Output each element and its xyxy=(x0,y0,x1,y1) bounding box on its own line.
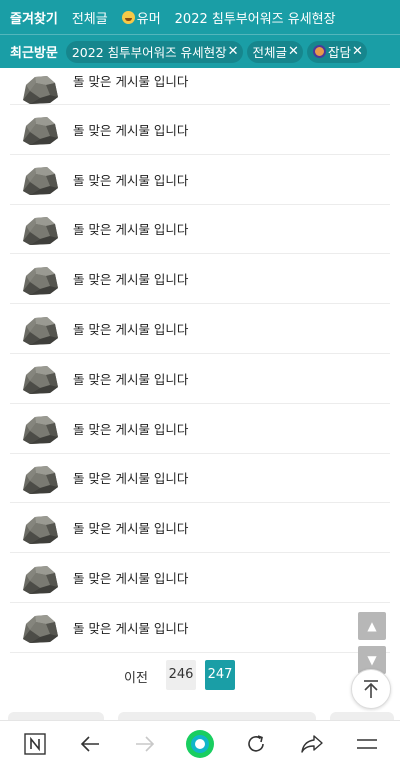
rock-image-icon xyxy=(23,167,58,196)
post-list-item[interactable]: 돌 맞은 게시물 입니다 xyxy=(10,254,390,305)
recent-chip-all[interactable]: 전체글 ✕ xyxy=(246,40,303,63)
favorite-item-awards[interactable]: 2022 침투부어워즈 유세현장 xyxy=(175,8,336,27)
rock-image-icon xyxy=(23,76,58,104)
page-247-current[interactable]: 247 xyxy=(205,660,235,690)
post-list: 돌 맞은 게시물 입니다 돌 맞은 게시물 입니다 돌 맞은 게시물 입니다 돌 맞은… xyxy=(10,68,390,653)
post-list-item[interactable]: 돌 맞은 게시물 입니다 xyxy=(10,155,390,205)
bottom-nav xyxy=(0,720,400,766)
rock-image-icon xyxy=(23,416,58,445)
rock-image-icon xyxy=(23,565,58,594)
refresh-button[interactable] xyxy=(241,729,271,759)
post-title[interactable]: 돌 맞은 게시물 입니다 xyxy=(73,319,188,338)
header-bar: 즐겨찾기 전체글 유머 2022 침투부어워즈 유세현장 최근방문 2022 침… xyxy=(0,0,400,68)
favorites-row: 즐겨찾기 전체글 유머 2022 침투부어워즈 유세현장 xyxy=(0,0,400,35)
post-list-item[interactable]: 돌 맞은 게시물 입니다 xyxy=(10,404,390,454)
post-title[interactable]: 돌 맞은 게시물 입니다 xyxy=(73,269,188,288)
post-title[interactable]: 돌 맞은 게시물 입니다 xyxy=(73,219,188,238)
naver-home-button[interactable] xyxy=(20,729,50,759)
scroll-to-top-button[interactable] xyxy=(351,669,391,709)
post-list-item[interactable]: 돌 맞은 게시물 입니다 xyxy=(10,354,390,404)
rock-image-icon xyxy=(23,117,58,146)
rock-image-icon xyxy=(23,465,58,494)
rock-image-icon xyxy=(23,515,58,544)
scroll-up-button[interactable]: ▲ xyxy=(358,612,386,640)
rock-image-icon xyxy=(23,366,58,395)
post-title[interactable]: 돌 맞은 게시물 입니다 xyxy=(73,618,188,637)
rock-image-icon xyxy=(23,216,58,245)
post-list-item[interactable]: 돌 맞은 게시물 입니다 xyxy=(10,503,390,554)
share-button[interactable] xyxy=(297,729,327,759)
post-title[interactable]: 돌 맞은 게시물 입니다 xyxy=(73,568,188,587)
recent-chip-awards[interactable]: 2022 침투부어워즈 유세현장 ✕ xyxy=(65,40,243,63)
recent-row: 최근방문 2022 침투부어워즈 유세현장 ✕ 전체글 ✕ 잡담 ✕ xyxy=(0,35,400,68)
back-button[interactable] xyxy=(75,729,105,759)
post-list-item[interactable]: 돌 맞은 게시물 입니다 xyxy=(10,553,390,603)
green-dot-icon xyxy=(186,730,214,758)
post-title[interactable]: 돌 맞은 게시물 입니다 xyxy=(73,170,188,189)
rock-image-icon xyxy=(23,615,58,644)
post-list-item[interactable]: 돌 맞은 게시물 입니다 xyxy=(10,454,390,504)
recent-chip-chat[interactable]: 잡담 ✕ xyxy=(306,40,367,63)
rock-image-icon xyxy=(23,266,58,295)
prev-page-link[interactable]: 이전 xyxy=(124,667,148,686)
forward-arrow-icon xyxy=(136,736,155,752)
post-list-item[interactable]: 돌 맞은 게시물 입니다 xyxy=(10,304,390,354)
recent-label: 최근방문 xyxy=(10,46,58,61)
arrow-to-top-icon xyxy=(364,680,378,698)
page-246-button[interactable]: 246 xyxy=(166,660,196,690)
refresh-icon xyxy=(248,735,264,752)
post-title[interactable]: 돌 맞은 게시물 입니다 xyxy=(73,518,188,537)
close-icon[interactable]: ✕ xyxy=(352,44,363,59)
naver-n-icon xyxy=(24,733,46,755)
grinning-face-emoji-icon xyxy=(121,11,135,24)
post-title[interactable]: 돌 맞은 게시물 입니다 xyxy=(73,468,188,487)
post-title[interactable]: 돌 맞은 게시물 입니다 xyxy=(73,369,188,388)
post-title[interactable]: 돌 맞은 게시물 입니다 xyxy=(73,120,188,139)
pagination: 이전 246 247 xyxy=(0,660,400,690)
post-title[interactable]: 돌 맞은 게시물 입니다 xyxy=(73,419,188,438)
forward-button[interactable] xyxy=(130,729,160,759)
post-list-item[interactable]: 돌 맞은 게시물 입니다 xyxy=(10,105,390,155)
caret-down-icon: ▼ xyxy=(367,653,377,667)
favorites-label: 즐겨찾기 xyxy=(10,12,58,27)
share-icon xyxy=(301,735,323,753)
menu-button[interactable] xyxy=(352,729,382,759)
post-list-item[interactable]: 돌 맞은 게시물 입니다 xyxy=(10,603,390,653)
caret-up-icon: ▲ xyxy=(367,619,377,633)
post-title[interactable]: 돌 맞은 게시물 입니다 xyxy=(73,71,188,90)
menu-icon xyxy=(357,739,377,749)
rock-image-icon xyxy=(23,316,58,345)
back-arrow-icon xyxy=(80,736,99,752)
close-icon[interactable]: ✕ xyxy=(228,44,239,59)
green-dot-button[interactable] xyxy=(185,729,215,759)
post-list-item[interactable]: 돌 맞은 게시물 입니다 xyxy=(10,205,390,255)
anime-avatar-emoji-icon xyxy=(312,45,326,58)
close-icon[interactable]: ✕ xyxy=(288,44,299,59)
favorite-item-humor[interactable]: 유머 xyxy=(121,8,161,27)
favorite-item-all[interactable]: 전체글 xyxy=(72,8,108,27)
post-list-item[interactable]: 돌 맞은 게시물 입니다 xyxy=(10,68,390,105)
